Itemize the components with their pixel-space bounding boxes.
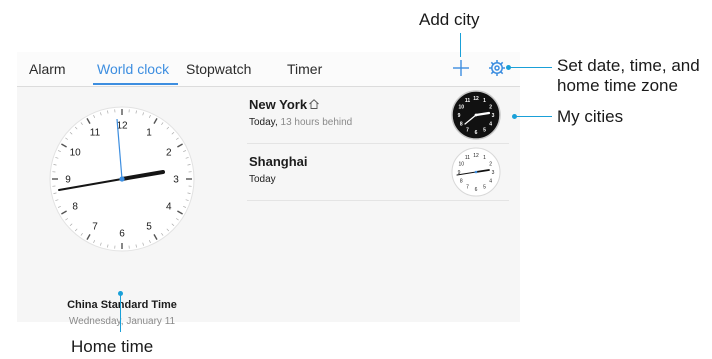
city-row-shanghai[interactable]: Shanghai Today 12 1 2 3 4 5 6 7 8 9 10 11	[247, 144, 509, 201]
clock-number: 5	[146, 221, 152, 232]
clock-number: 8	[460, 121, 463, 127]
callout-settings-line2: home time zone	[557, 76, 678, 95]
world-clock-screen: Alarm World clock Stopwatch Timer 12 1 2…	[17, 52, 520, 327]
clock-number: 11	[465, 155, 470, 161]
clock-number: 10	[459, 161, 465, 167]
settings-button[interactable]	[488, 59, 506, 77]
clock-number: 3	[492, 170, 495, 176]
clock-number: 6	[475, 130, 478, 136]
clock-number: 12	[473, 153, 479, 159]
plus-icon	[453, 60, 469, 76]
city-day: Today	[249, 174, 276, 185]
home-icon	[309, 99, 319, 109]
clock-number: 8	[72, 202, 78, 213]
callout-line	[508, 67, 552, 68]
analog-clock-light: 12 1234567891011	[451, 147, 501, 197]
clock-number: 2	[489, 161, 492, 167]
callout-dot	[512, 114, 517, 119]
clock-number: 7	[466, 185, 469, 191]
clock-number: 4	[489, 178, 492, 184]
clock-number: 6	[475, 187, 478, 193]
analog-clock: 121234567891011	[49, 106, 195, 252]
callout-line	[514, 116, 552, 117]
clock-number: 3	[492, 113, 495, 119]
clock-number: 6	[119, 229, 125, 240]
clock-number: 2	[166, 148, 172, 159]
city-name: Shanghai	[249, 154, 308, 169]
clock-number: 7	[466, 128, 469, 134]
tab-timer[interactable]: Timer	[287, 61, 322, 77]
callout-line	[120, 293, 121, 332]
home-clock-panel: 12 1 2 3 4 5 6 7 8 9 10 11 China Standard Time Wedn…	[17, 87, 227, 327]
clock-number: 4	[489, 121, 492, 127]
tab-alarm[interactable]: Alarm	[29, 61, 66, 77]
gear-icon	[489, 60, 505, 76]
clock-number: 9	[458, 113, 461, 119]
clock-number: 3	[173, 175, 179, 186]
clock-number: 11	[90, 128, 101, 139]
city-row-new-york[interactable]: New York Today, 13 hours behind 12 1 2 3 4 5 6…	[247, 87, 509, 144]
tab-stopwatch[interactable]: Stopwatch	[186, 61, 251, 77]
callout-add-city: Add city	[419, 10, 480, 29]
clock-number: 9	[65, 175, 71, 186]
clock-number: 1	[483, 155, 486, 161]
clock-number: 10	[70, 148, 82, 159]
callout-dot	[506, 65, 511, 70]
callout-line	[460, 33, 461, 57]
clock-number: 11	[465, 98, 471, 104]
clock-number: 12	[473, 96, 479, 102]
active-tab-indicator	[93, 83, 178, 85]
home-date: Wednesday, January 11	[68, 316, 176, 327]
clock-number: 7	[92, 221, 98, 232]
clock-number: 10	[459, 104, 465, 110]
callout-settings-line1: Set date, time, and	[557, 56, 700, 75]
clock-number: 1	[146, 128, 152, 139]
callout-home-time: Home time	[71, 337, 154, 356]
callout-my-cities: My cities	[557, 107, 624, 126]
home-timezone-name: China Standard Time	[67, 299, 177, 311]
clock-number: 1	[483, 98, 486, 104]
clock-number: 5	[483, 185, 486, 191]
clock-number: 8	[460, 178, 463, 184]
analog-clock-dark: 12 1234567891011	[451, 90, 501, 140]
tab-world-clock[interactable]: World clock	[97, 61, 169, 77]
tab-bar: Alarm World clock Stopwatch Timer	[17, 52, 520, 87]
clock-number: 4	[166, 202, 172, 213]
callout-dot	[118, 291, 123, 296]
add-city-button[interactable]	[451, 58, 471, 78]
clock-number: 5	[483, 128, 486, 134]
clock-number: 2	[489, 104, 492, 110]
city-name: New York	[249, 97, 320, 112]
city-offset: Today, 13 hours behind	[249, 117, 353, 128]
